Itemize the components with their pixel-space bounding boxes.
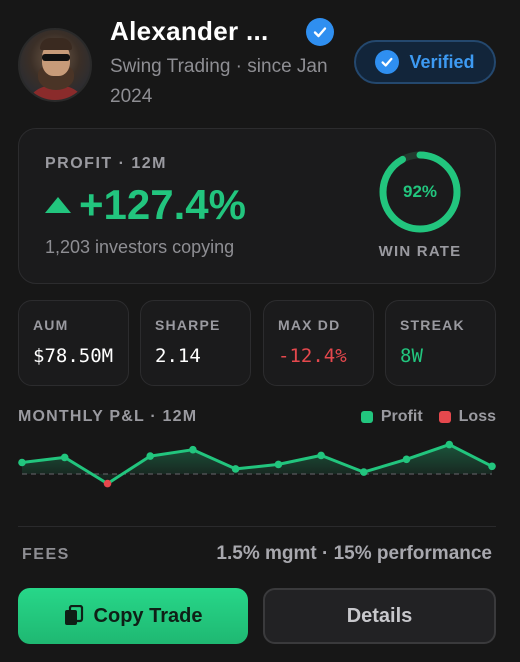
monthly-pnl-chart: [18, 440, 496, 488]
divider: [18, 526, 496, 527]
details-button[interactable]: Details: [263, 588, 496, 644]
stat-sharpe-value: 2.14: [155, 345, 201, 367]
stat-aum: AUM $78.50M: [18, 300, 129, 386]
pnl-point-12: [488, 462, 496, 471]
legend-loss-swatch: [438, 411, 451, 423]
fees-label: FEES: [22, 546, 70, 563]
chart-legend: Profit Loss: [360, 408, 496, 426]
legend-profit: Profit: [360, 408, 423, 426]
legend-profit-swatch: [360, 411, 373, 423]
pnl-point-10: [402, 455, 411, 464]
avatar-glasses: [42, 54, 70, 61]
trader-card: Alexander ... Swing Trading · since Jan …: [0, 0, 520, 662]
verified-badge-check-icon: [375, 50, 400, 74]
stat-sharpe: SHARPE 2.14: [140, 300, 251, 386]
chart-title: MONTHLY P&L · 12M: [18, 408, 198, 425]
legend-loss: Loss: [438, 408, 496, 426]
investors-copying: 1,203 investors copying: [45, 237, 235, 257]
copy-trade-label: Copy Trade: [93, 604, 203, 627]
pnl-point-7: [274, 460, 283, 469]
fees-value: 1.5% mgmt · 15% performance: [216, 543, 492, 564]
pnl-point-2: [60, 453, 69, 462]
stat-sharpe-label: SHARPE: [155, 317, 221, 333]
profit-label: PROFIT · 12M: [45, 155, 168, 172]
pnl-point-11: [445, 440, 454, 449]
avatar[interactable]: [18, 28, 92, 102]
verified-badge-label: Verified: [409, 51, 475, 72]
profit-panel: PROFIT · 12M +127.4% 1,203 investors cop…: [18, 128, 496, 284]
pnl-point-6: [231, 465, 240, 473]
pnl-point-8: [317, 451, 325, 460]
avatar-hair: [40, 38, 72, 50]
stat-aum-label: AUM: [33, 317, 69, 333]
pnl-point-5: [189, 445, 197, 454]
verified-check-icon: [306, 18, 334, 46]
stat-streak-value: 8W: [400, 345, 423, 367]
stat-max-dd-label: MAX DD: [278, 317, 341, 333]
stat-max-dd-value: -12.4%: [278, 345, 347, 367]
stat-aum-value: $78.50M: [33, 345, 114, 367]
pnl-point-1: [18, 458, 26, 467]
win-rate-label: WIN RATE: [378, 243, 462, 260]
stat-max-dd: MAX DD -12.4%: [263, 300, 374, 386]
copy-trade-button[interactable]: Copy Trade: [18, 588, 248, 644]
profit-up-arrow-icon: [45, 197, 71, 213]
stat-streak-label: STREAK: [400, 317, 465, 333]
legend-loss-label: Loss: [458, 408, 496, 425]
trader-subtitle: Swing Trading · since Jan 2024: [110, 56, 328, 107]
pnl-point-4: [146, 452, 154, 460]
pnl-point-3: [103, 479, 112, 488]
details-label: Details: [346, 604, 413, 627]
profit-value: +127.4%: [79, 181, 246, 228]
legend-profit-label: Profit: [380, 408, 423, 425]
pnl-area: [22, 444, 492, 484]
stat-streak: STREAK 8W: [385, 300, 496, 386]
trader-name: Alexander ...: [110, 16, 269, 46]
verified-badge-button[interactable]: Verified: [354, 40, 496, 84]
win-rate-value: 92%: [402, 182, 438, 201]
pnl-point-9: [360, 468, 368, 476]
copy-icon: [64, 605, 83, 625]
